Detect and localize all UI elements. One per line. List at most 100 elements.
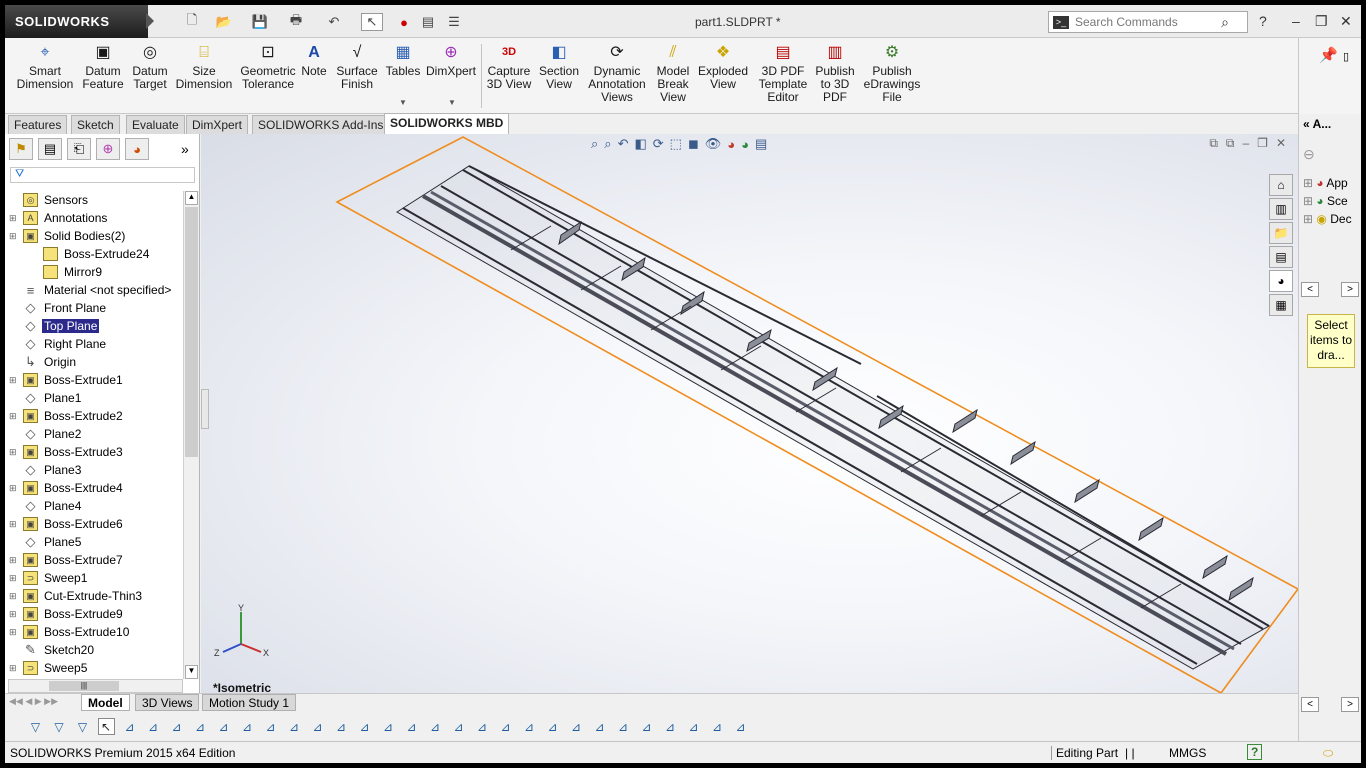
tree-node[interactable]: ⊞ ⊃ Sweep1 — [5, 569, 183, 587]
viewport-minimize-icon[interactable]: – — [1242, 136, 1249, 151]
tree-node[interactable]: Boss-Extrude24 — [5, 245, 183, 263]
tree-vertical-scrollbar[interactable]: ▲ ▼ — [183, 191, 199, 679]
viewport-restore-icon[interactable]: ❐ — [1257, 136, 1268, 151]
surface-finish-button[interactable]: √ Surface Finish — [333, 42, 381, 91]
graphics-area[interactable]: ⌕ ⌕ ↶ ◧ ⟳ ⬚ ◼ 👁 ◕ ◕ ▤ ⧉ ⧉ – ❐ ✕ Y X Z *I… — [201, 134, 1298, 693]
filter-field[interactable]: ⛛ — [10, 167, 195, 183]
task-pane-next-icon[interactable]: > — [1341, 282, 1359, 297]
selection-filter-icon[interactable]: ⊿ — [168, 718, 185, 735]
expand-toggle-icon[interactable]: ⊞ — [9, 555, 17, 566]
selection-filter-icon[interactable]: ⊿ — [544, 718, 561, 735]
collapse-task-pane-icon[interactable]: « — [1303, 117, 1310, 131]
selection-filter-icon[interactable]: ⊿ — [591, 718, 608, 735]
selection-filter-icon[interactable]: ⊿ — [286, 718, 303, 735]
size-dimension-button[interactable]: ⌸ Size Dimension — [175, 42, 233, 91]
expand-toggle-icon[interactable]: ⊞ — [9, 519, 17, 530]
note-button[interactable]: A Note — [299, 42, 329, 78]
tab-evaluate[interactable]: Evaluate — [126, 115, 185, 134]
tab-features[interactable]: Features — [8, 115, 68, 134]
rebuild-status-icon[interactable]: ⬭ — [1323, 746, 1333, 761]
select-pointer-icon[interactable]: ↖ — [361, 13, 383, 31]
tree-node[interactable]: ◇ Top Plane — [5, 317, 183, 335]
save-icon[interactable]: 💾 — [251, 13, 269, 31]
pushpin-icon[interactable]: 📌 — [1319, 46, 1338, 64]
selection-filter-icon[interactable]: ⊿ — [709, 718, 726, 735]
tree-node[interactable]: ◇ Plane5 — [5, 533, 183, 551]
search-commands-box[interactable]: >_ Search Commands ⌕ — [1048, 11, 1248, 33]
tree-node[interactable]: ◇ Right Plane — [5, 335, 183, 353]
tree-horizontal-scrollbar[interactable]: ||| — [8, 679, 183, 693]
task-pane-prev-bottom-icon[interactable]: < — [1301, 697, 1319, 712]
appearances-icon[interactable]: ◕ — [1269, 270, 1293, 292]
apply-scene-icon[interactable]: ◕ — [741, 137, 749, 152]
geometric-tolerance-button[interactable]: ⊡ Geometric Tolerance — [239, 42, 297, 91]
zoom-to-fit-icon[interactable]: ⌕ — [591, 136, 598, 152]
tree-node[interactable]: ◎ Sensors — [5, 191, 183, 209]
view-orientation-icon[interactable]: ⬚ — [670, 136, 682, 152]
design-library-icon[interactable]: ▥ — [1269, 198, 1293, 220]
section-view-hud-icon[interactable]: ◧ — [634, 136, 646, 152]
selection-filter-icon[interactable]: ⊿ — [685, 718, 702, 735]
logo-menu-arrow-icon[interactable] — [146, 13, 154, 29]
viewport-close-icon[interactable]: ✕ — [1276, 136, 1286, 151]
options-icon[interactable]: ☰ — [445, 13, 463, 31]
tab-addins[interactable]: SOLIDWORKS Add-Ins — [252, 115, 390, 134]
feature-tree-tab-icon[interactable]: ⚑ — [9, 138, 33, 160]
tree-node[interactable]: ↳ Origin — [5, 353, 183, 371]
tables-dropdown-icon[interactable]: ▼ — [399, 98, 407, 107]
expand-toggle-icon[interactable]: ⊞ — [9, 213, 17, 224]
selection-filter-icon[interactable]: ⊿ — [450, 718, 467, 735]
tab-motion-study[interactable]: Motion Study 1 — [202, 694, 297, 711]
selection-filter-icon[interactable]: ⊿ — [262, 718, 279, 735]
hscroll-thumb[interactable]: ||| — [49, 681, 119, 691]
scroll-down-icon[interactable]: ▼ — [185, 665, 198, 679]
publish-3d-pdf-button[interactable]: ▥ Publish to 3D PDF — [813, 42, 857, 104]
file-explorer-icon[interactable]: 📁 — [1269, 222, 1293, 244]
view-settings-icon[interactable]: ▤ — [755, 136, 767, 152]
expand-toggle-icon[interactable]: ⊞ — [9, 411, 17, 422]
dimxpert-button[interactable]: ⊕ DimXpert — [425, 42, 477, 78]
capture-3d-view-button[interactable]: 3D Capture 3D View — [485, 42, 533, 91]
rebuild-icon[interactable]: ● — [397, 13, 411, 31]
property-manager-tab-icon[interactable]: ▤ — [38, 138, 62, 160]
task-pane-prev-icon[interactable]: < — [1301, 282, 1319, 297]
viewport-icon-2[interactable]: ⧉ — [1226, 136, 1235, 151]
dimxpert-tab-icon[interactable]: ⊕ — [96, 138, 120, 160]
back-icon[interactable]: ⊖ — [1303, 146, 1315, 163]
selection-filter-icon[interactable]: ⊿ — [380, 718, 397, 735]
undo-icon[interactable]: ↶ — [325, 13, 343, 31]
file-properties-icon[interactable]: ▤ — [419, 13, 437, 31]
close-icon[interactable]: ✕ — [1340, 13, 1352, 30]
selection-filter-icon[interactable]: ⊿ — [309, 718, 326, 735]
help-icon[interactable]: ? — [1259, 13, 1267, 29]
selection-filter-icon[interactable]: ▽ — [51, 718, 68, 735]
dynamic-annotation-hud-icon[interactable]: ⟳ — [653, 136, 664, 152]
edit-appearance-icon[interactable]: ◕ — [727, 137, 735, 152]
tab-mbd[interactable]: SOLIDWORKS MBD — [384, 113, 510, 135]
dynamic-annotation-views-button[interactable]: ⟳ Dynamic Annotation Views — [585, 42, 649, 104]
selection-filter-icon[interactable]: ⊿ — [732, 718, 749, 735]
expand-tabs-icon[interactable]: » — [181, 141, 189, 157]
tree-node[interactable]: ✎ Sketch20 — [5, 641, 183, 659]
tree-node[interactable]: ◇ Plane2 — [5, 425, 183, 443]
tree-node[interactable]: ⊞ ▣ Boss-Extrude10 — [5, 623, 183, 641]
expand-toggle-icon[interactable]: ⊞ — [9, 231, 17, 242]
search-icon[interactable]: ⌕ — [1221, 14, 1229, 31]
custom-properties-icon[interactable]: ▦ — [1269, 294, 1293, 316]
selection-filter-icon[interactable]: ⊿ — [192, 718, 209, 735]
tree-node[interactable]: ≡ Material <not specified> — [5, 281, 183, 299]
expand-toggle-icon[interactable]: ⊞ — [9, 375, 17, 386]
selection-filter-icon[interactable]: ⊿ — [239, 718, 256, 735]
publish-edrawings-button[interactable]: ⚙ Publish eDrawings File — [861, 42, 923, 104]
scroll-thumb[interactable] — [185, 207, 198, 457]
expand-toggle-icon[interactable]: ⊞ — [9, 573, 17, 584]
selection-filter-icon[interactable]: ⊿ — [145, 718, 162, 735]
scroll-up-icon[interactable]: ▲ — [185, 191, 198, 205]
expand-toggle-icon[interactable]: ⊞ — [9, 483, 17, 494]
task-pane-close-icon[interactable]: ▯ — [1343, 50, 1349, 63]
home-icon[interactable]: ⌂ — [1269, 174, 1293, 196]
selection-filter-icon[interactable]: ▽ — [74, 718, 91, 735]
section-view-button[interactable]: ◧ Section View — [537, 42, 581, 91]
tab-scroll-arrows-icon[interactable]: ◀◀ ◀ ▶ ▶▶ — [9, 696, 58, 707]
selection-filter-icon[interactable]: ⊿ — [356, 718, 373, 735]
